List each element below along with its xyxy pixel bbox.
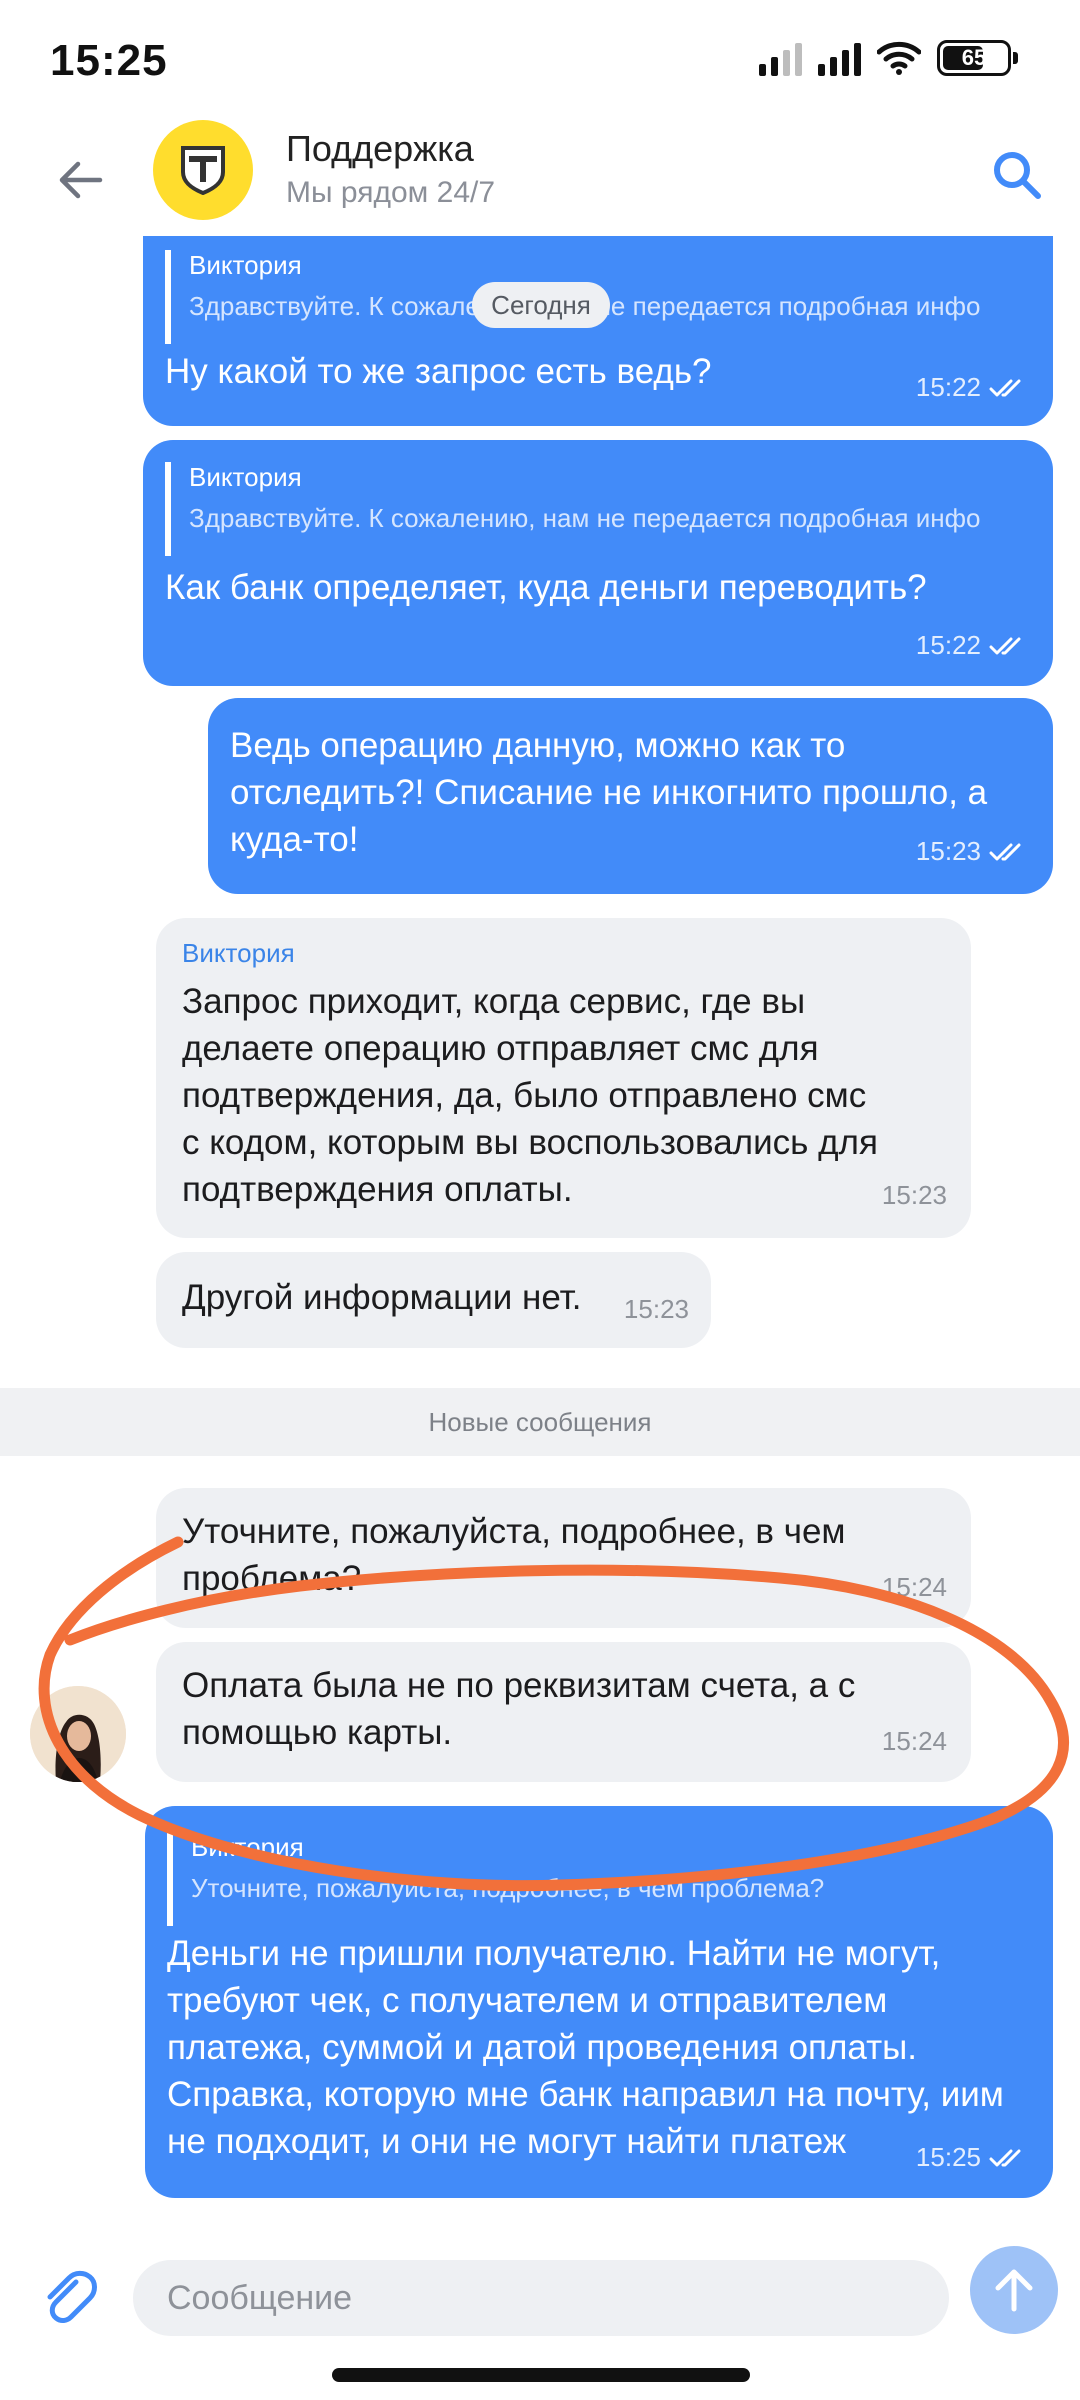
- quote-author: Виктория: [189, 250, 302, 280]
- search-icon: [994, 152, 1041, 199]
- message-bubble-outgoing[interactable]: Ведь операцию данную, можно как то отсле…: [208, 698, 1053, 894]
- message-meta: 15:23: [882, 1180, 947, 1211]
- message-text: Уточните, пожалуйста, подробнее, в чем п…: [182, 1512, 846, 1598]
- agent-photo-icon: [30, 1686, 126, 1782]
- signal-sim2-icon: [818, 40, 861, 76]
- message-meta: 15:24: [882, 1726, 947, 1757]
- message-text: Деньги не пришли получателю. Найти не мо…: [167, 1934, 1004, 2161]
- back-button[interactable]: [48, 148, 112, 212]
- message-composer: [0, 2240, 1080, 2360]
- double-check-icon: [989, 2149, 1021, 2166]
- quote-text: Здравствуйте. К сожалению, нам не переда…: [189, 503, 981, 533]
- message-time: 15:24: [881, 1572, 947, 1602]
- date-separator: Сегодня: [472, 282, 610, 328]
- message-time: 15:23: [623, 1294, 689, 1324]
- reply-quote[interactable]: Виктория Уточните, пожалуйста, подробнее…: [167, 1832, 1027, 1926]
- message-time: 15:24: [881, 1726, 947, 1756]
- bank-logo-avatar[interactable]: [153, 120, 253, 220]
- message-time: 15:23: [915, 836, 981, 866]
- message-meta: 15:24: [882, 1572, 947, 1603]
- message-meta: 15:25: [916, 2142, 1029, 2173]
- message-bubble-outgoing[interactable]: Виктория Здравствуйте. К сожалению, нам …: [143, 236, 1053, 426]
- double-check-icon: [989, 379, 1021, 396]
- chat-title: Поддержка: [286, 128, 474, 169]
- search-button[interactable]: [982, 140, 1052, 210]
- quote-author: Виктория: [189, 462, 302, 492]
- battery-level: 65: [961, 45, 987, 70]
- message-bubble-outgoing[interactable]: Виктория Здравствуйте. К сожалению, нам …: [143, 440, 1053, 686]
- message-text: Оплата была не по реквизитам счета, а с …: [182, 1666, 856, 1752]
- bank-shield-logo-icon: [181, 146, 225, 195]
- message-time: 15:22: [915, 372, 981, 402]
- send-button[interactable]: [970, 2246, 1058, 2334]
- message-time: 15:23: [881, 1180, 947, 1210]
- reply-quote[interactable]: Виктория Здравствуйте. К сожалению, нам …: [165, 462, 1025, 556]
- message-time: 15:22: [915, 630, 981, 660]
- arrow-up-icon: [995, 2269, 1033, 2312]
- message-text: Ну какой то же запрос есть ведь?: [165, 352, 712, 391]
- message-bubble-incoming[interactable]: Другой информации нет. 15:23: [156, 1252, 711, 1348]
- status-time: 15:25: [50, 36, 168, 85]
- quote-text: Уточните, пожалуйста, подробнее, в чем п…: [191, 1873, 825, 1903]
- chat-subtitle: Мы рядом 24/7: [286, 176, 496, 209]
- message-text: Как банк определяет, куда деньги перевод…: [165, 568, 927, 607]
- message-bubble-outgoing[interactable]: Виктория Уточните, пожалуйста, подробнее…: [145, 1806, 1053, 2198]
- message-meta: 15:22: [916, 630, 1029, 661]
- message-meta: 15:23: [916, 836, 1029, 867]
- message-text: Запрос приходит, когда сервис, где вы де…: [182, 982, 878, 1209]
- home-indicator[interactable]: [332, 2368, 750, 2382]
- new-messages-divider: Новые сообщения: [0, 1388, 1080, 1456]
- wifi-icon: [877, 41, 921, 75]
- battery-icon: 65: [937, 40, 1018, 76]
- double-check-icon: [989, 637, 1021, 654]
- message-bubble-incoming[interactable]: Оплата была не по реквизитам счета, а с …: [156, 1642, 971, 1782]
- signal-sim1-icon: [759, 40, 802, 76]
- status-icons: 65: [759, 40, 1018, 76]
- message-meta: 15:23: [624, 1294, 689, 1325]
- chat-header: Поддержка Мы рядом 24/7: [0, 120, 1080, 255]
- message-text: Ведь операцию данную, можно как то отсле…: [230, 726, 988, 859]
- status-bar: 15:25 65: [0, 0, 1080, 120]
- attach-button[interactable]: [36, 2264, 102, 2330]
- message-meta: 15:22: [916, 372, 1029, 403]
- message-input[interactable]: [133, 2260, 949, 2336]
- message-text: Другой информации нет.: [182, 1278, 582, 1317]
- arrow-left-icon: [59, 161, 103, 199]
- quote-author: Виктория: [191, 1832, 304, 1862]
- agent-avatar[interactable]: [30, 1686, 126, 1782]
- message-bubble-incoming[interactable]: Уточните, пожалуйста, подробнее, в чем п…: [156, 1488, 971, 1628]
- sender-name: Виктория: [182, 938, 295, 968]
- double-check-icon: [989, 843, 1021, 860]
- message-time: 15:25: [915, 2142, 981, 2172]
- paperclip-icon: [47, 2270, 97, 2323]
- message-bubble-incoming[interactable]: Виктория Запрос приходит, когда сервис, …: [156, 918, 971, 1238]
